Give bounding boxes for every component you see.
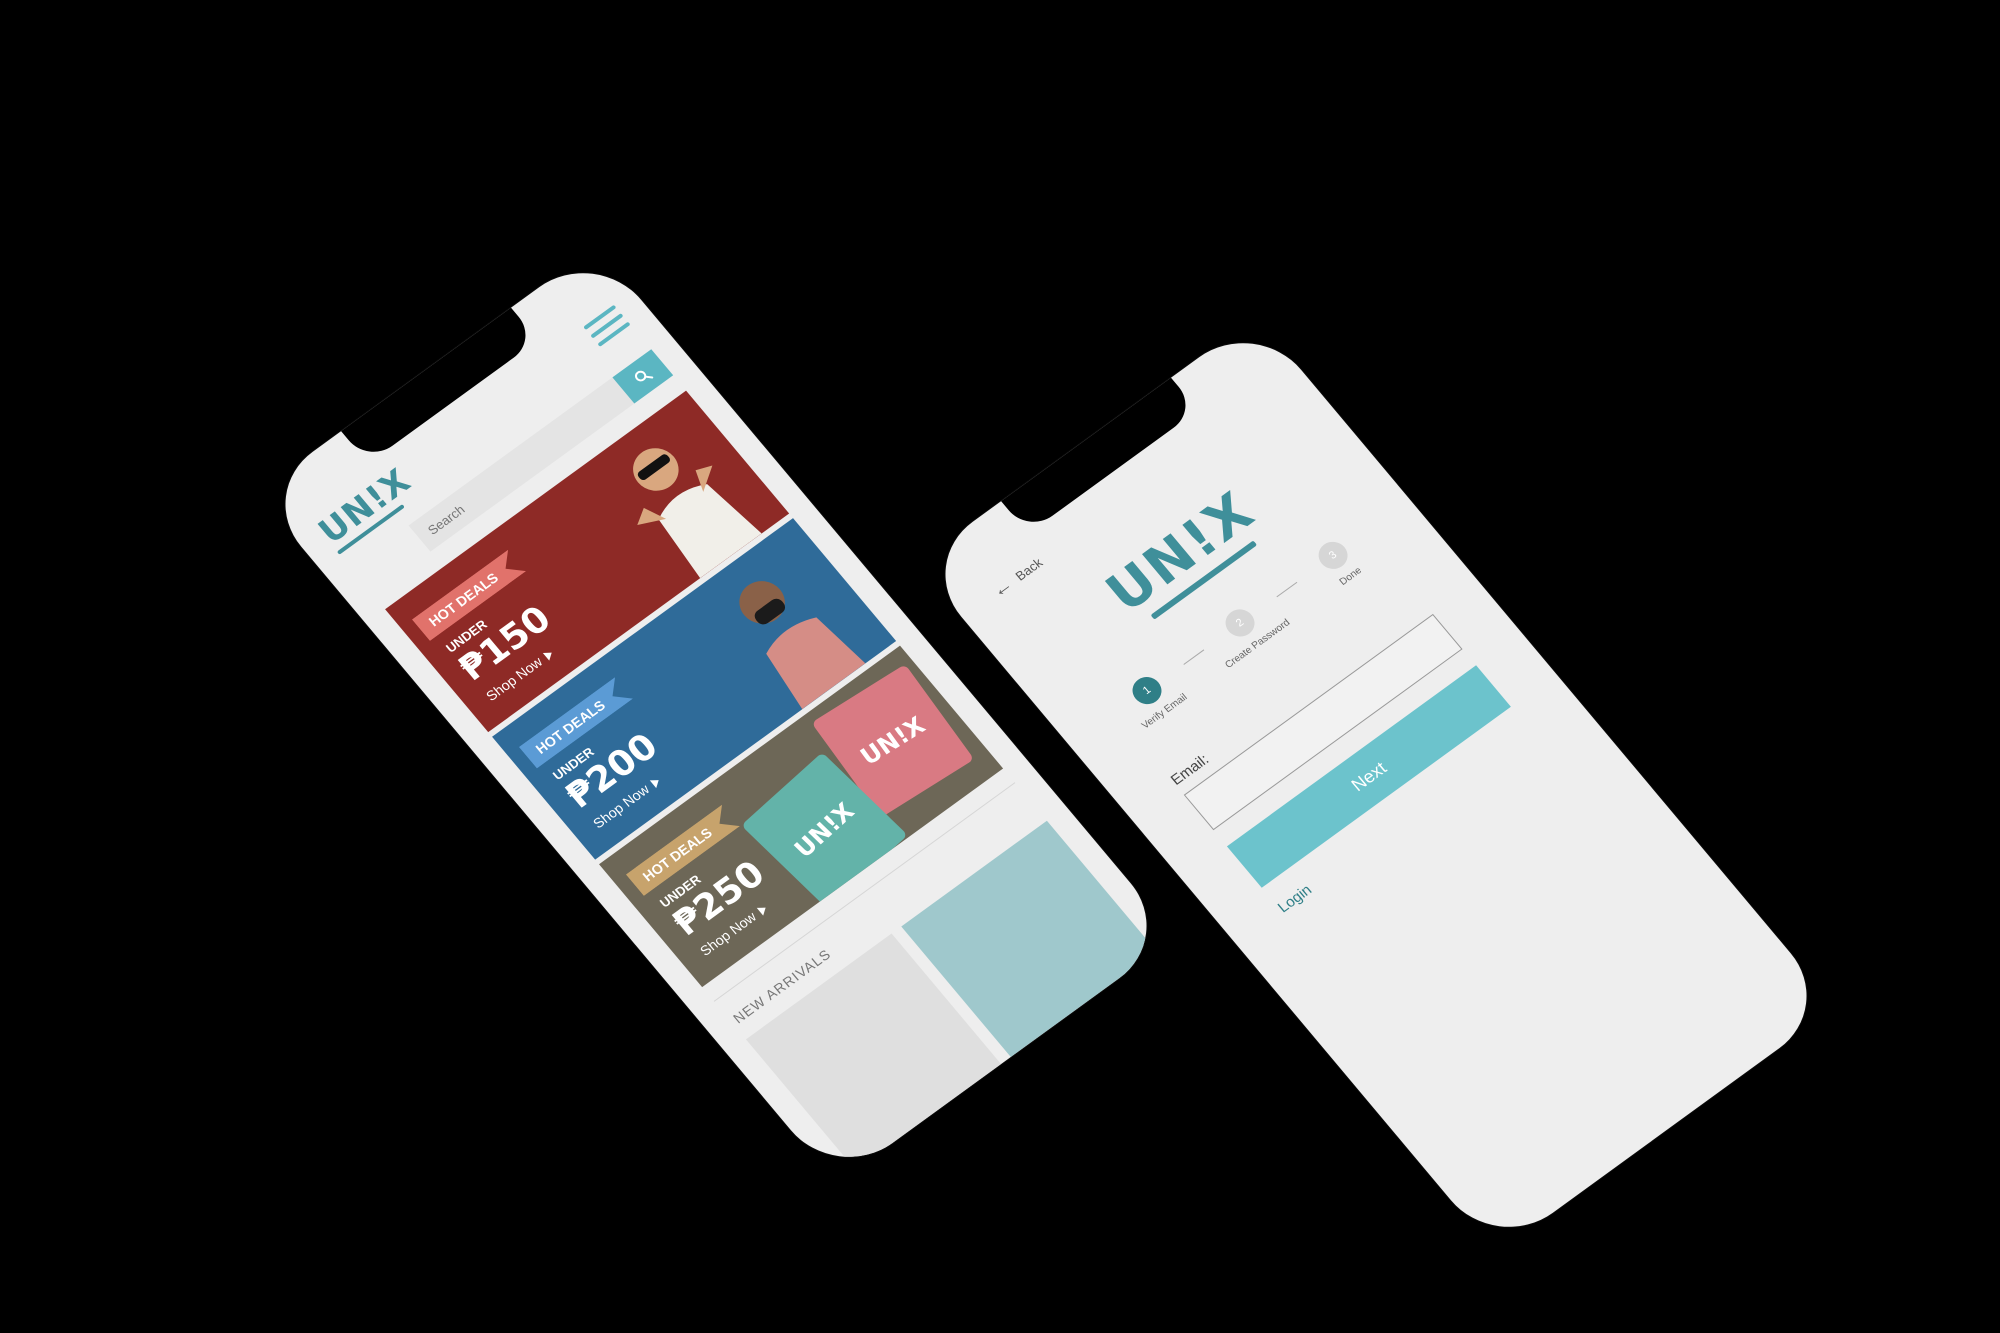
play-arrow-icon [756,904,769,917]
hamburger-menu-icon[interactable] [583,304,633,350]
step-number: 2 [1219,603,1261,642]
step-number: 1 [1126,671,1168,710]
unix-logo[interactable]: UN!X [311,461,422,555]
back-arrow-icon: ← [987,573,1018,603]
step-connector [1276,581,1298,598]
step-connector [1183,649,1205,665]
phone-shop-home: UN!X HOT [256,246,1176,1184]
step-number: 3 [1312,536,1354,575]
step-done: 3 Done [1288,518,1391,607]
back-button[interactable]: ← Back [987,552,1048,603]
search-icon [634,370,654,382]
mockup-stage: UN!X HOT [0,0,2000,1333]
back-label: Back [1012,555,1046,584]
phone-verify-email: ← Back UN!X 1 Verify Email 2 Create Pass… [916,316,1836,1254]
phone-notch [999,376,1199,534]
step-label: Done [1337,565,1365,588]
step-verify-email: 1 Verify Email [1102,653,1205,742]
login-link[interactable]: Login [1275,882,1316,917]
play-arrow-icon [542,649,555,662]
step-create-password: 2 Create Password [1195,586,1298,675]
play-arrow-icon [649,776,662,789]
